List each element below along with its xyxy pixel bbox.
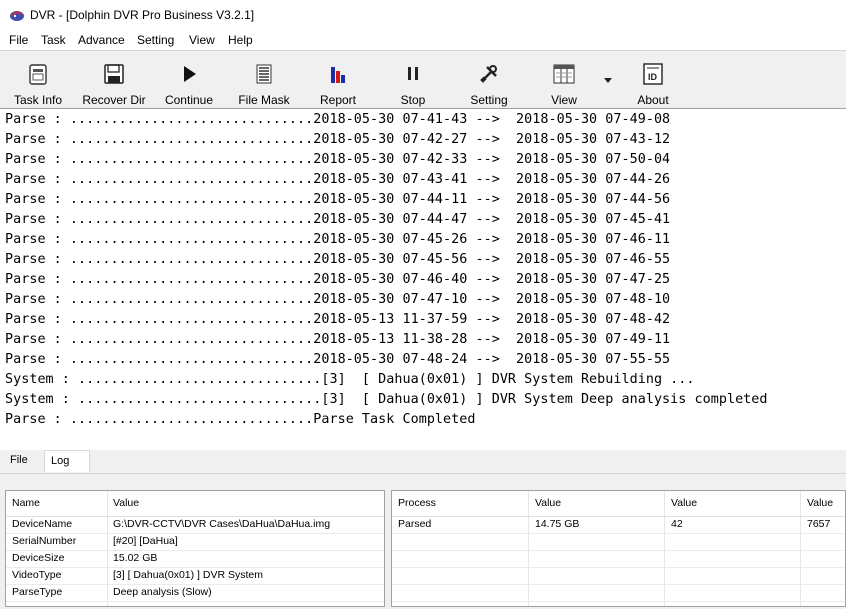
list-icon xyxy=(256,64,272,84)
dolphin-app-icon xyxy=(10,11,24,21)
stop-button[interactable]: Stop xyxy=(390,51,436,108)
task-info-label: Task Info xyxy=(13,93,63,107)
report-button[interactable]: Report xyxy=(312,51,364,108)
column-header-value[interactable]: Value xyxy=(807,495,833,512)
file-mask-button[interactable]: File Mask xyxy=(234,51,294,108)
log-line: Parse : ..............................20… xyxy=(5,172,671,187)
window-title: DVR - [Dolphin DVR Pro Business V3.2.1] xyxy=(30,8,255,22)
row-divider xyxy=(392,533,845,534)
id-card-icon: ID xyxy=(643,63,663,85)
column-header-value[interactable]: Value xyxy=(671,495,697,512)
header-divider xyxy=(392,516,845,517)
row-name: DeviceSize xyxy=(12,552,65,564)
row-name: ParseType xyxy=(12,586,63,598)
row-divider xyxy=(392,550,845,551)
play-icon xyxy=(184,66,196,82)
log-line: Parse : ..............................20… xyxy=(5,232,671,247)
about-button[interactable]: ID About xyxy=(628,51,678,108)
row-name: VideoType xyxy=(12,569,62,581)
menu-setting[interactable]: Setting xyxy=(137,33,174,47)
process-value: 14.75 GB xyxy=(535,518,580,530)
tab-file[interactable]: File xyxy=(4,450,34,471)
tab-strip: File Log xyxy=(0,450,846,472)
row-divider xyxy=(392,601,845,602)
device-info-table[interactable]: Name Value DeviceName G:\DVR-CCTV\DVR Ca… xyxy=(5,490,385,607)
row-divider xyxy=(392,567,845,568)
view-label: View xyxy=(551,93,577,107)
log-line: Parse : ..............................20… xyxy=(5,272,671,287)
column-divider xyxy=(664,491,665,606)
column-header-value[interactable]: Value xyxy=(113,495,139,512)
column-header-process[interactable]: Process xyxy=(398,495,436,512)
row-value: 15.02 GB xyxy=(113,552,158,564)
row-name: DeviceName xyxy=(12,518,73,530)
log-line: Parse : ..............................20… xyxy=(5,292,671,307)
menu-file[interactable]: File xyxy=(9,33,28,47)
log-line: Parse : ..............................20… xyxy=(5,212,671,227)
toolbar: Task Info Recover Dir Continue File Mask xyxy=(0,51,846,108)
tools-icon xyxy=(480,65,497,83)
task-info-button[interactable]: Task Info xyxy=(8,51,68,108)
log-line: System : ..............................[… xyxy=(5,392,768,407)
about-label: About xyxy=(637,93,669,107)
continue-label: Continue xyxy=(164,93,214,107)
process-value: 42 xyxy=(671,518,683,530)
log-line: System : ..............................[… xyxy=(5,372,695,387)
log-line: Parse : ..............................20… xyxy=(5,112,671,127)
recover-dir-label: Recover Dir xyxy=(82,93,146,107)
process-value: 7657 xyxy=(807,518,831,530)
menu-view[interactable]: View xyxy=(189,33,215,47)
log-line: Parse : ..............................20… xyxy=(5,192,671,207)
menu-advance[interactable]: Advance xyxy=(78,33,125,47)
bar-chart-icon xyxy=(331,67,345,83)
setting-label: Setting xyxy=(470,93,508,107)
view-button[interactable]: View xyxy=(540,51,588,108)
log-line: Parse : ..............................20… xyxy=(5,312,671,327)
log-line: Parse : ..............................20… xyxy=(5,352,671,367)
title-bar: DVR - [Dolphin DVR Pro Business V3.2.1] xyxy=(0,0,846,30)
log-output[interactable]: Parse : ..............................20… xyxy=(0,108,846,451)
tab-log[interactable]: Log xyxy=(44,450,90,472)
row-divider xyxy=(392,584,845,585)
continue-button[interactable]: Continue xyxy=(160,51,218,108)
log-line: Parse : ..............................20… xyxy=(5,152,671,167)
svg-text:ID: ID xyxy=(648,72,658,82)
log-line: Parse : ..............................20… xyxy=(5,252,671,267)
view-dropdown-arrow[interactable] xyxy=(604,78,612,83)
column-divider xyxy=(107,491,108,606)
row-name: SerialNumber xyxy=(12,535,77,547)
view-icon xyxy=(553,64,575,84)
task-info-icon xyxy=(29,64,47,85)
floppy-disk-icon xyxy=(104,64,124,84)
row-value: G:\DVR-CCTV\DVR Cases\DaHua\DaHua.img xyxy=(113,518,331,530)
column-header-name[interactable]: Name xyxy=(12,495,40,512)
row-value: Deep analysis (Slow) xyxy=(113,586,212,598)
setting-button[interactable]: Setting xyxy=(462,51,516,108)
column-header-value[interactable]: Value xyxy=(535,495,561,512)
pause-icon xyxy=(408,67,418,80)
menu-bar: File Task Advance Setting View Help xyxy=(0,30,846,50)
file-mask-label: File Mask xyxy=(238,93,290,107)
process-name: Parsed xyxy=(398,518,432,530)
column-divider xyxy=(528,491,529,606)
column-divider xyxy=(800,491,801,606)
log-line: Parse : ..............................Pa… xyxy=(5,412,476,427)
process-table[interactable]: Process Value Value Value Parsed 14.75 G… xyxy=(391,490,846,607)
row-value: [#20] [DaHua] xyxy=(113,535,178,547)
stop-label: Stop xyxy=(400,93,426,107)
menu-help[interactable]: Help xyxy=(228,33,253,47)
log-line: Parse : ..............................20… xyxy=(5,132,671,147)
log-line: Parse : ..............................20… xyxy=(5,332,671,347)
row-divider xyxy=(6,601,384,602)
menu-task[interactable]: Task xyxy=(41,33,66,47)
report-label: Report xyxy=(319,93,357,107)
row-value: [3] [ Dahua(0x01) ] DVR System xyxy=(113,569,263,581)
recover-dir-button[interactable]: Recover Dir xyxy=(80,51,148,108)
panel-divider xyxy=(0,473,846,474)
